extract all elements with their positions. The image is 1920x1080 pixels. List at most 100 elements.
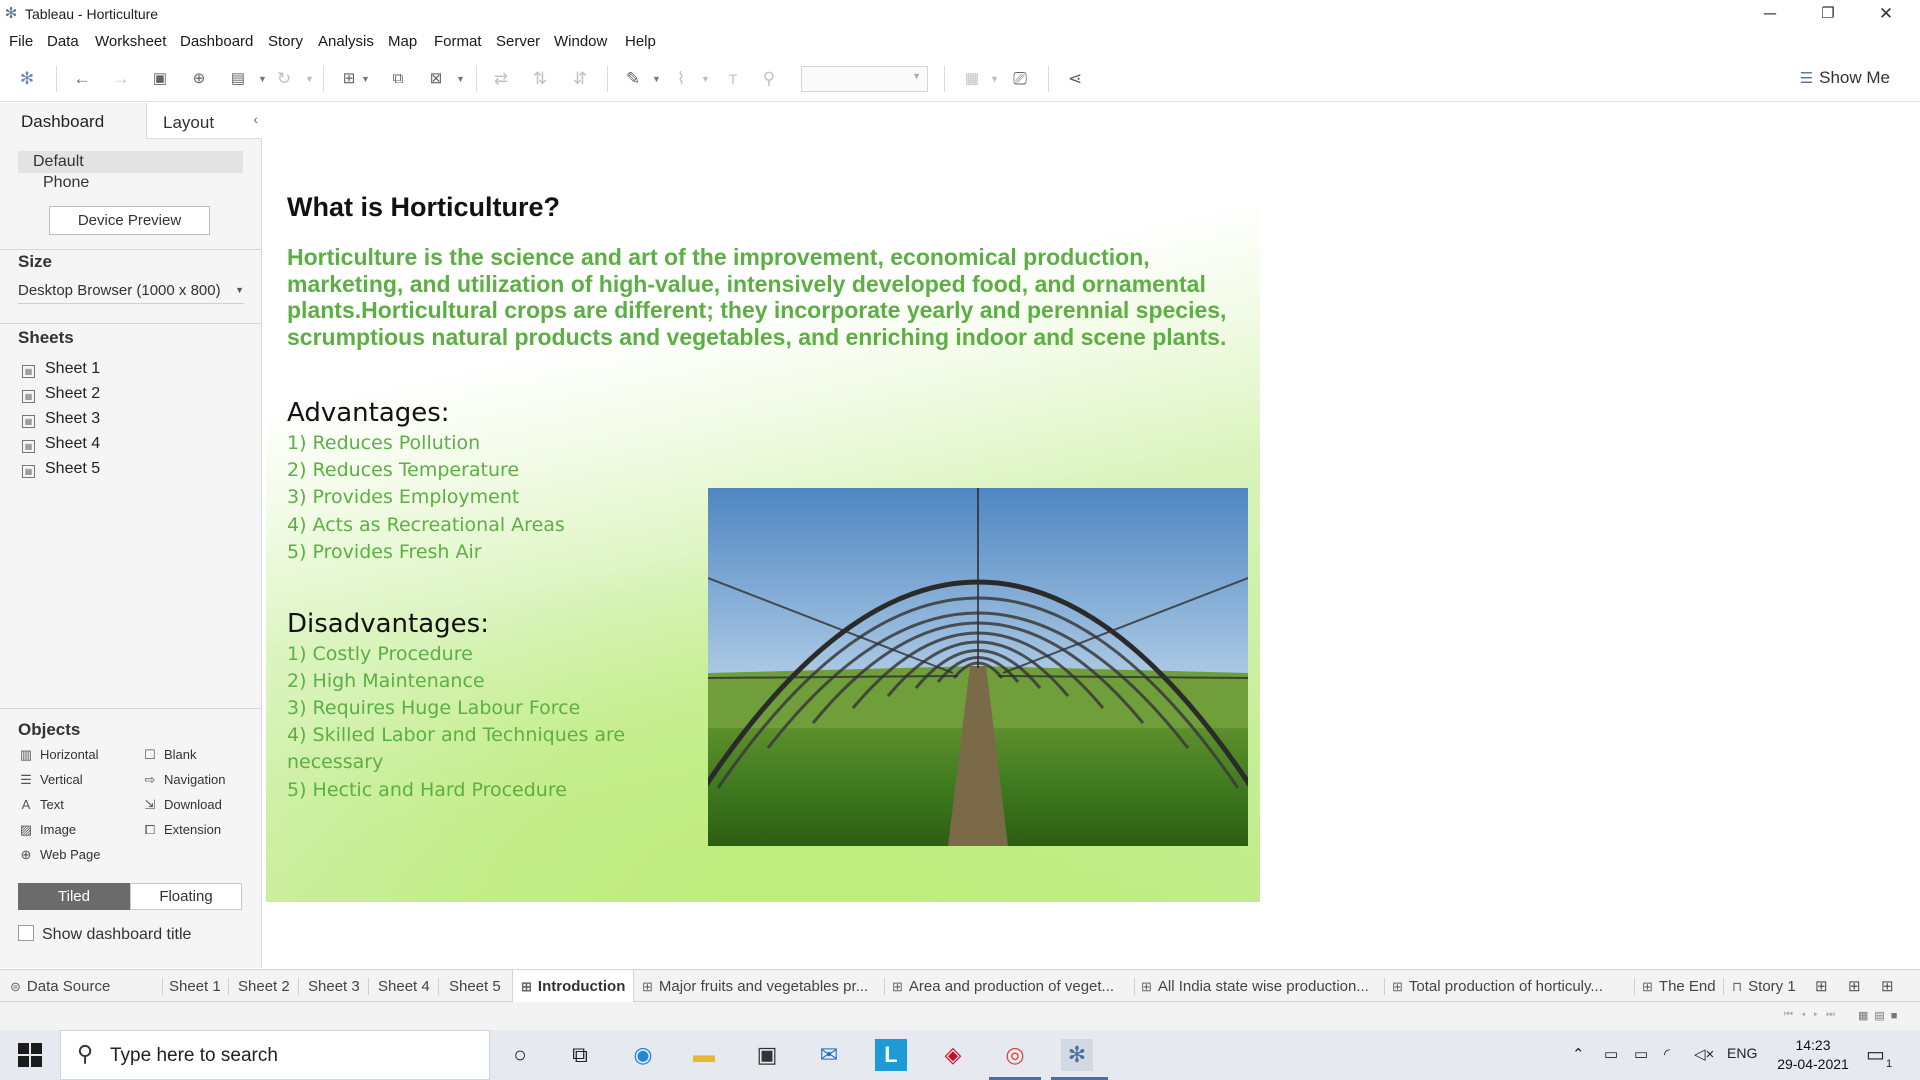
edge-browser-icon[interactable]: ◉ xyxy=(627,1039,659,1071)
refresh-icon[interactable]: ↻ xyxy=(273,68,295,90)
object-image[interactable]: ▨ Image xyxy=(18,822,76,840)
menu-dashboard[interactable]: Dashboard xyxy=(180,33,253,50)
tab-sheet-3[interactable]: Sheet 3 xyxy=(308,970,368,1002)
tab-sheet-1[interactable]: Sheet 1 xyxy=(169,970,229,1002)
undo-icon[interactable]: ← xyxy=(71,68,93,90)
tab-the-end[interactable]: ⊞ The End xyxy=(1642,970,1722,1002)
device-default[interactable]: Default xyxy=(18,151,243,173)
menu-server[interactable]: Server xyxy=(496,33,540,50)
presentation-icon[interactable]: ⎚ xyxy=(1009,68,1031,90)
close-icon[interactable]: ✕ xyxy=(1857,0,1915,29)
menu-file[interactable]: File xyxy=(9,33,33,50)
store-icon[interactable]: ▣ xyxy=(751,1039,783,1071)
chevron-down-icon[interactable]: ▼ xyxy=(305,68,314,90)
chevron-down-icon[interactable]: ▼ xyxy=(701,68,710,90)
tab-view-mode-icon[interactable]: ▦▤■ xyxy=(1858,1009,1903,1022)
tableau-taskbar-icon[interactable]: ✻ xyxy=(1061,1039,1093,1071)
clock-time[interactable]: 14:23 xyxy=(1773,1037,1853,1053)
clear-sheet-icon[interactable]: ⊠ xyxy=(425,68,447,90)
object-extension[interactable]: ⧠ Extension xyxy=(142,822,221,840)
device-preview-button[interactable]: Device Preview xyxy=(49,206,210,235)
file-explorer-icon[interactable]: ▬ xyxy=(688,1039,720,1071)
show-me-button[interactable]: ☰ Show Me xyxy=(1800,68,1890,88)
meet-now-icon[interactable]: ▭ xyxy=(1604,1045,1618,1063)
device-phone[interactable]: Phone xyxy=(43,174,89,192)
tab-sheet-5[interactable]: Sheet 5 xyxy=(449,970,509,1002)
sheet-item[interactable]: ▦ Sheet 3 xyxy=(22,410,100,432)
object-text[interactable]: A Text xyxy=(18,797,64,815)
object-download[interactable]: ⇲ Download xyxy=(142,797,222,815)
restore-icon[interactable]: ❐ xyxy=(1799,0,1857,29)
save-icon[interactable]: ▣ xyxy=(149,68,171,90)
menu-data[interactable]: Data xyxy=(47,33,79,50)
minimize-icon[interactable]: ─ xyxy=(1741,0,1799,29)
tab-area-production[interactable]: ⊞ Area and production of veget... xyxy=(892,970,1132,1002)
tab-navigation-icon[interactable]: ⏮◂▸⏭ xyxy=(1784,1009,1843,1020)
tableau-home-icon[interactable]: ✻ xyxy=(16,68,38,90)
chevron-down-icon[interactable]: ▼ xyxy=(652,68,661,90)
cards-icon[interactable]: ▦ xyxy=(961,68,983,90)
chevron-down-icon[interactable]: ▼ xyxy=(258,68,267,90)
new-data-source-icon[interactable]: ⊕ xyxy=(188,68,210,90)
labels-icon[interactable]: T xyxy=(722,68,744,90)
new-story-icon[interactable]: ⊞ xyxy=(1881,977,1894,995)
notification-icon[interactable]: ▭ xyxy=(1866,1042,1885,1067)
group-icon[interactable]: ⌇ xyxy=(670,68,692,90)
object-web-page[interactable]: ⊕ Web Page xyxy=(18,847,101,865)
sheet-item[interactable]: ▦ Sheet 4 xyxy=(22,435,100,457)
tiled-button[interactable]: Tiled xyxy=(18,883,130,910)
sheet-item[interactable]: ▦ Sheet 5 xyxy=(22,460,100,482)
new-sheet-icon[interactable]: ⊞ xyxy=(338,68,360,90)
tab-sheet-2[interactable]: Sheet 2 xyxy=(238,970,298,1002)
cortana-icon[interactable]: ○ xyxy=(504,1039,536,1071)
menu-analysis[interactable]: Analysis xyxy=(318,33,374,50)
object-vertical[interactable]: ☰ Vertical xyxy=(18,772,82,790)
mcafee-icon[interactable]: ◈ xyxy=(937,1039,969,1071)
task-view-icon[interactable]: ⧉ xyxy=(564,1039,596,1071)
sort-descending-icon[interactable]: ⇵ xyxy=(569,68,591,90)
swap-icon[interactable]: ⇄ xyxy=(490,68,512,90)
redo-icon[interactable]: → xyxy=(110,68,132,90)
chevron-left-icon[interactable]: ‹ xyxy=(253,111,258,127)
tab-introduction[interactable]: ⊞ Introduction xyxy=(512,970,634,1002)
menu-map[interactable]: Map xyxy=(388,33,417,50)
mail-icon[interactable]: ✉ xyxy=(813,1039,845,1071)
share-icon[interactable]: ⋖ xyxy=(1064,68,1086,90)
chevron-down-icon[interactable]: ▼ xyxy=(361,68,370,90)
language-indicator[interactable]: ENG xyxy=(1727,1045,1757,1061)
pin-icon[interactable]: ⚲ xyxy=(758,68,780,90)
battery-icon[interactable]: ▭ xyxy=(1634,1045,1648,1063)
l-app-icon[interactable]: L xyxy=(875,1039,907,1071)
volume-muted-icon[interactable]: ◁× xyxy=(1694,1045,1714,1063)
object-navigation[interactable]: ⇨ Navigation xyxy=(142,772,226,790)
show-dashboard-title-checkbox[interactable]: Show dashboard title xyxy=(18,925,191,944)
taskbar-search-box[interactable]: ⚲ Type here to search xyxy=(60,1030,490,1080)
sheet-item[interactable]: ▦ Sheet 2 xyxy=(22,385,100,407)
chevron-down-icon[interactable]: ▼ xyxy=(456,68,465,90)
tab-story-1[interactable]: ⊓ Story 1 xyxy=(1732,970,1808,1002)
duplicate-icon[interactable]: ⧉ xyxy=(387,68,409,90)
sort-ascending-icon[interactable]: ⇅ xyxy=(529,68,551,90)
sheet-item[interactable]: ▦ Sheet 1 xyxy=(22,360,100,382)
tab-major-fruits[interactable]: ⊞ Major fruits and vegetables pr... xyxy=(642,970,882,1002)
windows-start-icon[interactable] xyxy=(18,1043,42,1067)
pause-updates-icon[interactable]: ▤ xyxy=(227,68,249,90)
tab-data-source[interactable]: ⊜ Data Source xyxy=(10,970,160,1002)
new-worksheet-icon[interactable]: ⊞ xyxy=(1815,977,1828,995)
tab-dashboard[interactable]: Dashboard xyxy=(0,103,146,139)
clock-date[interactable]: 29-04-2021 xyxy=(1768,1056,1858,1072)
chrome-icon[interactable]: ◎ xyxy=(999,1039,1031,1071)
tab-sheet-4[interactable]: Sheet 4 xyxy=(378,970,438,1002)
tab-layout[interactable]: Layout ‹ xyxy=(146,103,262,139)
menu-help[interactable]: Help xyxy=(625,33,656,50)
tab-all-india[interactable]: ⊞ All India state wise production... xyxy=(1141,970,1383,1002)
chevron-up-icon[interactable]: ⌃ xyxy=(1572,1045,1585,1063)
menu-format[interactable]: Format xyxy=(434,33,482,50)
new-dashboard-icon[interactable]: ⊞ xyxy=(1848,977,1861,995)
tab-total-production[interactable]: ⊞ Total production of horticuly... xyxy=(1392,970,1632,1002)
menu-window[interactable]: Window xyxy=(554,33,607,50)
object-blank[interactable]: ☐ Blank xyxy=(142,747,196,765)
menu-worksheet[interactable]: Worksheet xyxy=(95,33,166,50)
menu-story[interactable]: Story xyxy=(268,33,303,50)
chevron-down-icon[interactable]: ▼ xyxy=(990,68,999,90)
